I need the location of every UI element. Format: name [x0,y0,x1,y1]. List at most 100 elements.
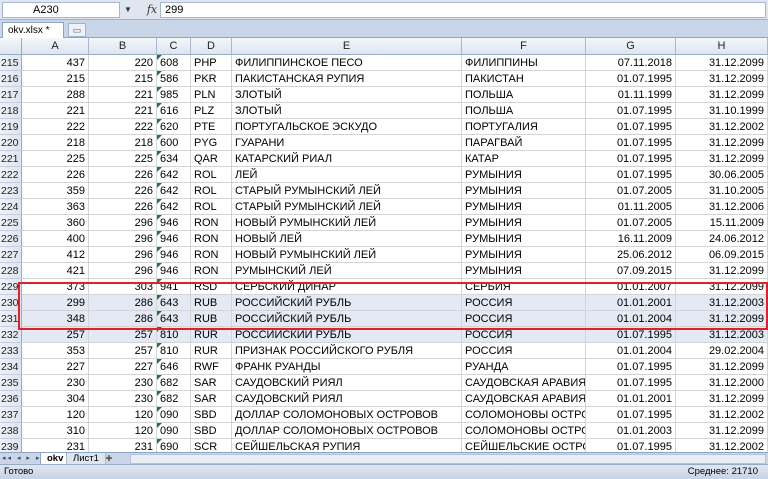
cell-h[interactable]: 31.12.2000 [676,375,768,391]
cell-g[interactable]: 01.01.2003 [586,423,676,439]
cell-d[interactable]: PKR [191,71,232,87]
cell-b[interactable]: 296 [89,215,157,231]
cell-g[interactable]: 07.11.2018 [586,55,676,71]
cell-b[interactable]: 257 [89,343,157,359]
number-as-text-indicator-icon[interactable] [157,231,162,236]
cell-e[interactable]: ДОЛЛАР СОЛОМОНОВЫХ ОСТРОВОВ [232,423,462,439]
cell-b[interactable]: 226 [89,199,157,215]
cell-g[interactable]: 01.01.2004 [586,311,676,327]
cell-d[interactable]: ROL [191,167,232,183]
cell-c[interactable]: 620 [157,119,191,135]
cell-c[interactable]: 985 [157,87,191,103]
cell-c[interactable]: 642 [157,183,191,199]
row-header[interactable]: 221 [0,151,22,167]
number-as-text-indicator-icon[interactable] [157,343,162,348]
cell-b[interactable]: 221 [89,103,157,119]
cell-f[interactable]: ПАРАГВАЙ [462,135,586,151]
row-header[interactable]: 233 [0,343,22,359]
cell-e[interactable]: ЛЕЙ [232,167,462,183]
row-header[interactable]: 217 [0,87,22,103]
cell-h[interactable]: 31.12.2099 [676,311,768,327]
column-header-a[interactable]: A [22,38,89,55]
cell-f[interactable]: РОССИЯ [462,327,586,343]
row-header[interactable]: 218 [0,103,22,119]
cell-a[interactable]: 412 [22,247,89,263]
cell-a[interactable]: 363 [22,199,89,215]
number-as-text-indicator-icon[interactable] [157,279,162,284]
cell-c[interactable]: 634 [157,151,191,167]
cell-g[interactable]: 01.11.2005 [586,199,676,215]
cell-f[interactable]: РОССИЯ [462,343,586,359]
cell-b[interactable]: 220 [89,55,157,71]
number-as-text-indicator-icon[interactable] [157,183,162,188]
cell-c[interactable]: 946 [157,263,191,279]
cell-a[interactable]: 221 [22,103,89,119]
fx-icon[interactable]: fx [145,2,159,18]
cell-a[interactable]: 215 [22,71,89,87]
cell-b[interactable]: 230 [89,391,157,407]
cell-a[interactable]: 299 [22,295,89,311]
cell-f[interactable]: РУМЫНИЯ [462,231,586,247]
cell-b[interactable]: 221 [89,87,157,103]
cell-g[interactable]: 01.07.1995 [586,327,676,343]
cell-g[interactable]: 01.07.1995 [586,167,676,183]
cell-h[interactable]: 31.12.2099 [676,359,768,375]
cell-d[interactable]: PLZ [191,103,232,119]
cell-g[interactable]: 07.09.2015 [586,263,676,279]
cell-h[interactable]: 31.12.2099 [676,135,768,151]
number-as-text-indicator-icon[interactable] [157,87,162,92]
cell-f[interactable]: ПОЛЬША [462,103,586,119]
number-as-text-indicator-icon[interactable] [157,263,162,268]
new-workbook-icon[interactable]: ▭ [68,23,86,37]
cell-d[interactable]: ROL [191,183,232,199]
number-as-text-indicator-icon[interactable] [157,391,162,396]
cell-d[interactable]: RSD [191,279,232,295]
cell-h[interactable]: 31.12.2099 [676,87,768,103]
cell-e[interactable]: ГУАРАНИ [232,135,462,151]
cell-b[interactable]: 230 [89,375,157,391]
row-header[interactable]: 235 [0,375,22,391]
cell-c[interactable]: 946 [157,231,191,247]
cell-b[interactable]: 222 [89,119,157,135]
cell-c[interactable]: 646 [157,359,191,375]
cell-c[interactable]: 810 [157,327,191,343]
row-header[interactable]: 215 [0,55,22,71]
column-header-h[interactable]: H [676,38,768,55]
cell-d[interactable]: RON [191,215,232,231]
row-header[interactable]: 220 [0,135,22,151]
cell-h[interactable]: 31.12.2099 [676,279,768,295]
cell-a[interactable]: 304 [22,391,89,407]
name-box[interactable]: A230 [2,2,120,18]
cell-c[interactable]: 600 [157,135,191,151]
cell-c[interactable]: 642 [157,167,191,183]
row-header[interactable]: 222 [0,167,22,183]
cell-f[interactable]: РУМЫНИЯ [462,183,586,199]
cell-a[interactable]: 225 [22,151,89,167]
cell-c[interactable]: 682 [157,391,191,407]
cell-a[interactable]: 373 [22,279,89,295]
cell-a[interactable]: 400 [22,231,89,247]
cell-f[interactable]: РУМЫНИЯ [462,247,586,263]
number-as-text-indicator-icon[interactable] [157,199,162,204]
cell-d[interactable]: SAR [191,391,232,407]
cell-g[interactable]: 01.07.1995 [586,359,676,375]
column-header-b[interactable]: B [89,38,157,55]
cell-e[interactable]: ФРАНК РУАНДЫ [232,359,462,375]
cell-f[interactable]: САУДОВСКАЯ АРАВИЯ [462,391,586,407]
cell-e[interactable]: СТАРЫЙ РУМЫНСКИЙ ЛЕЙ [232,199,462,215]
cell-g[interactable]: 16.11.2009 [586,231,676,247]
row-header[interactable]: 228 [0,263,22,279]
cell-a[interactable]: 257 [22,327,89,343]
cell-e[interactable]: НОВЫЙ РУМЫНСКИЙ ЛЕЙ [232,215,462,231]
cell-d[interactable]: SBD [191,407,232,423]
cell-g[interactable]: 01.07.1995 [586,407,676,423]
row-header[interactable]: 234 [0,359,22,375]
cell-a[interactable]: 120 [22,407,89,423]
row-header[interactable]: 236 [0,391,22,407]
number-as-text-indicator-icon[interactable] [157,407,162,412]
row-header[interactable]: 238 [0,423,22,439]
cell-h[interactable]: 31.12.2002 [676,407,768,423]
cell-a[interactable]: 421 [22,263,89,279]
cell-b[interactable]: 296 [89,247,157,263]
cell-d[interactable]: RUR [191,343,232,359]
